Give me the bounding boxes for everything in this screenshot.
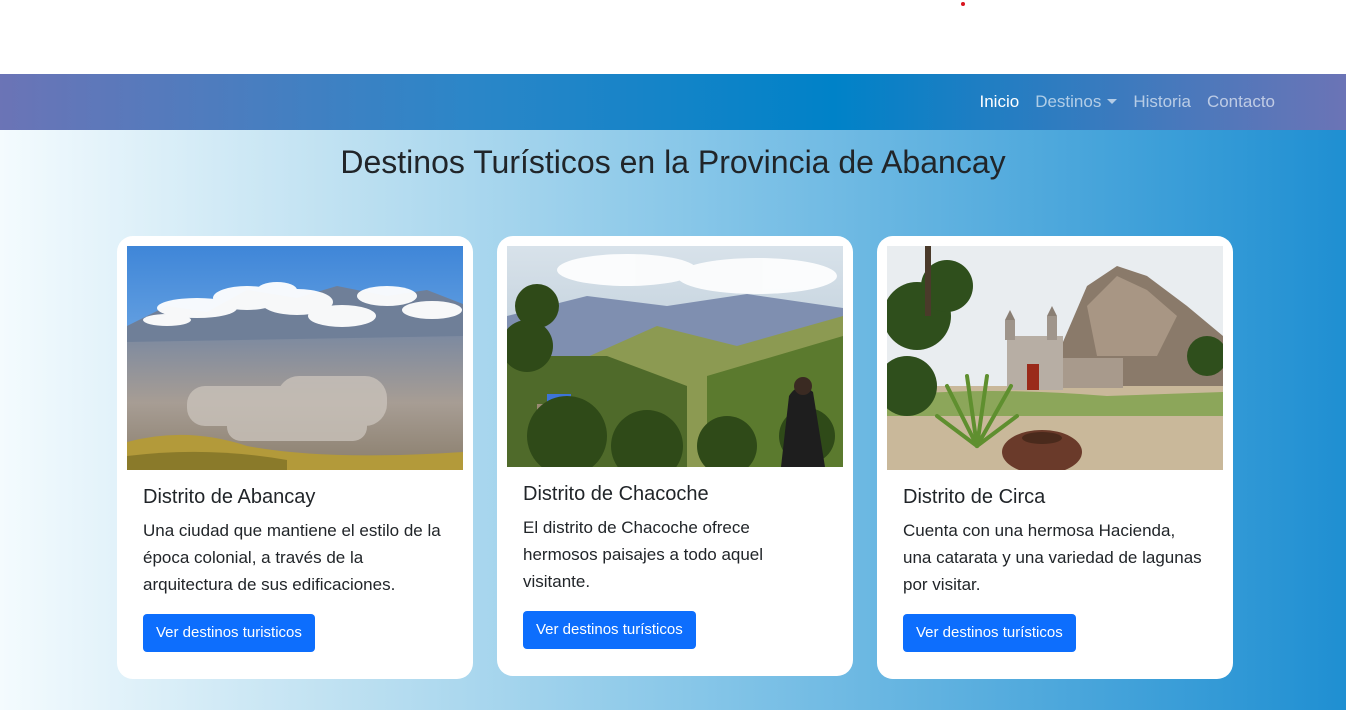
card-chacoche: Distrito de Chacoche El distrito de Chac… [497,236,853,676]
card-circa: Distrito de Circa Cuenta con una hermosa… [877,236,1233,679]
top-blank-area [0,0,1346,74]
card-text: El distrito de Chacoche ofrece hermosos … [523,518,764,591]
page-title: Destinos Turísticos en la Provincia de A… [340,144,1006,180]
nav-destinos-label: Destinos [1035,92,1102,111]
circa-church-image [887,246,1223,470]
nav-contacto[interactable]: Contacto [1207,92,1275,112]
card-body-chacoche: Distrito de Chacoche El distrito de Chac… [507,467,843,649]
abancay-landscape-image [127,246,463,470]
nav-historia[interactable]: Historia [1133,92,1191,112]
card-body-abancay: Distrito de Abancay Una ciudad que manti… [127,470,463,652]
chevron-down-icon [1107,99,1118,104]
red-dot [961,2,965,6]
view-destinations-button-abancay[interactable]: Ver destinos turisticos [143,614,315,652]
card-text: Una ciudad que mantiene el estilo de la … [143,521,441,594]
nav-links: Inicio Destinos Historia Contacto [980,74,1276,130]
card-abancay: Distrito de Abancay Una ciudad que manti… [117,236,473,679]
card-title: Distrito de Circa [903,486,1046,508]
card-image-chacoche [507,246,843,467]
view-destinations-button-circa[interactable]: Ver destinos turísticos [903,614,1076,652]
card-title: Distrito de Chacoche [523,483,709,505]
chacoche-valley-image [507,246,843,467]
nav-inicio[interactable]: Inicio [980,92,1020,112]
navbar: Inicio Destinos Historia Contacto [0,74,1346,130]
card-image-circa [887,246,1223,470]
card-text: Cuenta con una hermosa Hacienda, una cat… [903,521,1202,594]
nav-destinos-dropdown[interactable]: Destinos [1035,92,1118,112]
card-image-abancay [127,246,463,470]
card-title: Distrito de Abancay [143,486,316,508]
card-body-circa: Distrito de Circa Cuenta con una hermosa… [887,470,1223,652]
view-destinations-button-chacoche[interactable]: Ver destinos turísticos [523,611,696,649]
main-content: Destinos Turísticos en la Provincia de A… [0,130,1346,710]
